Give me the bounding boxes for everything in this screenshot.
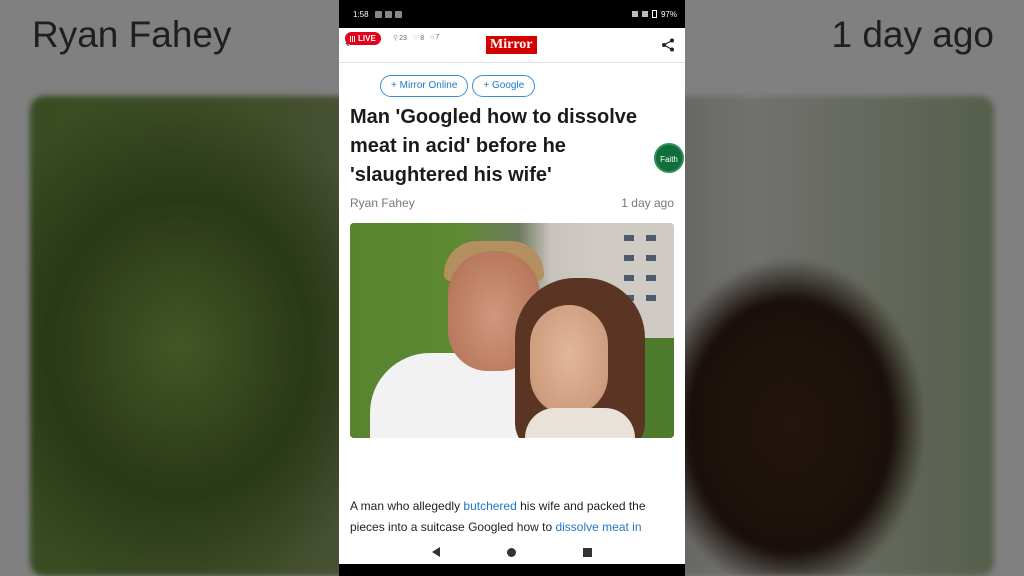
nav-recent-icon[interactable] bbox=[582, 547, 592, 557]
readers-count: ⚲23 bbox=[393, 35, 407, 42]
share-icon[interactable] bbox=[661, 38, 675, 52]
battery-level: 97% bbox=[660, 9, 677, 19]
nav-back-icon[interactable] bbox=[432, 547, 441, 557]
article-photo[interactable] bbox=[350, 223, 674, 438]
faith-badge[interactable]: Faith bbox=[654, 143, 684, 173]
comment-icon: ○ bbox=[430, 34, 435, 41]
live-stats: ⚲23 ♡8 ○7 bbox=[393, 34, 439, 42]
article-author[interactable]: Ryan Fahey bbox=[350, 196, 415, 210]
android-nav-bar bbox=[339, 540, 685, 564]
link-dissolve-meat[interactable]: dissolve meat in bbox=[555, 520, 641, 534]
battery-icon bbox=[651, 10, 657, 18]
notification-icons bbox=[374, 10, 402, 18]
live-badge[interactable]: LIVE bbox=[345, 32, 381, 45]
follow-mirror-online-button[interactable]: + Mirror Online bbox=[380, 75, 469, 97]
live-bars-icon bbox=[350, 35, 356, 42]
follow-pills: + Mirror Online + Google bbox=[380, 75, 536, 97]
person-icon: ⚲ bbox=[393, 35, 399, 42]
article-date: 1 day ago bbox=[621, 196, 674, 210]
system-icons: 97% bbox=[631, 9, 677, 19]
heart-icon: ♡ bbox=[412, 35, 420, 42]
link-butchered[interactable]: butchered bbox=[463, 499, 516, 513]
status-bar: 1:58 97% bbox=[339, 0, 685, 28]
likes-count: ♡8 bbox=[412, 35, 425, 42]
status-time: 1:58 bbox=[353, 9, 369, 19]
wifi-icon bbox=[641, 11, 648, 17]
article-headline: Man 'Googled how to dissolve meat in aci… bbox=[350, 106, 637, 186]
article-body: A man who allegedly butchered his wife a… bbox=[350, 499, 646, 534]
live-label: LIVE bbox=[358, 34, 376, 43]
nav-home-icon[interactable] bbox=[506, 547, 516, 557]
bottom-bezel bbox=[339, 564, 685, 576]
app-top-bar: ‹ LIVE ⚲23 ♡8 ○7 Mirror bbox=[339, 28, 685, 63]
signal-icon bbox=[631, 11, 638, 17]
comments-count: ○7 bbox=[430, 34, 440, 41]
phone-screen: 1:58 97% ‹ LIVE ⚲23 ♡8 ○7 Mirror + M bbox=[339, 0, 685, 576]
follow-google-button[interactable]: + Google bbox=[472, 75, 536, 97]
mirror-logo[interactable]: Mirror bbox=[486, 36, 537, 54]
